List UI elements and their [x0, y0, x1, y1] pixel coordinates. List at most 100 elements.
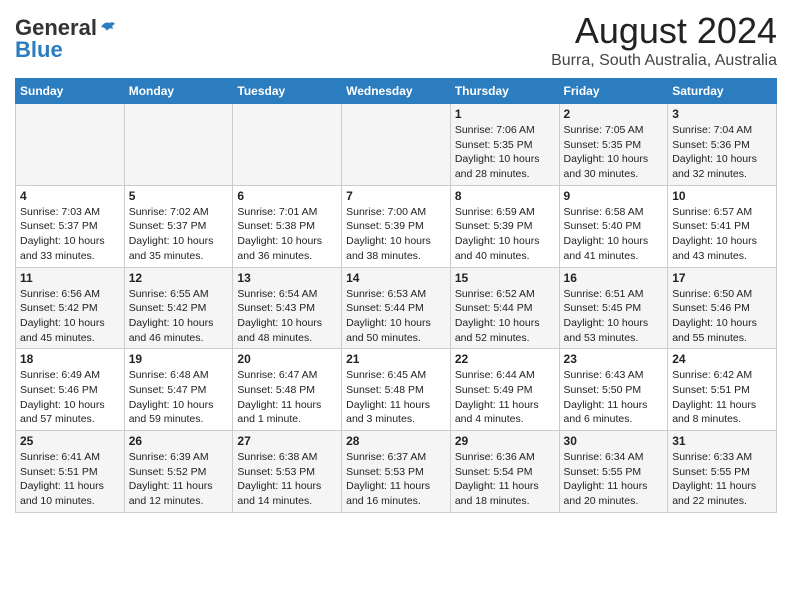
- day-info: Sunrise: 7:03 AMSunset: 5:37 PMDaylight:…: [20, 205, 120, 264]
- day-info: Sunrise: 7:04 AMSunset: 5:36 PMDaylight:…: [672, 123, 772, 182]
- weekday-header: Thursday: [450, 79, 559, 104]
- day-info: Sunrise: 7:06 AMSunset: 5:35 PMDaylight:…: [455, 123, 555, 182]
- day-info: Sunrise: 6:41 AMSunset: 5:51 PMDaylight:…: [20, 450, 120, 509]
- weekday-header: Wednesday: [342, 79, 451, 104]
- day-info: Sunrise: 6:58 AMSunset: 5:40 PMDaylight:…: [564, 205, 664, 264]
- day-info: Sunrise: 6:56 AMSunset: 5:42 PMDaylight:…: [20, 287, 120, 346]
- day-number: 18: [20, 352, 120, 366]
- calendar-subtitle: Burra, South Australia, Australia: [551, 52, 777, 70]
- weekday-header: Tuesday: [233, 79, 342, 104]
- day-number: 4: [20, 189, 120, 203]
- page-header: General Blue August 2024 Burra, South Au…: [15, 10, 777, 70]
- weekday-header: Friday: [559, 79, 668, 104]
- day-info: Sunrise: 6:52 AMSunset: 5:44 PMDaylight:…: [455, 287, 555, 346]
- day-info: Sunrise: 6:48 AMSunset: 5:47 PMDaylight:…: [129, 368, 229, 427]
- calendar-cell: 2 Sunrise: 7:05 AMSunset: 5:35 PMDaylight…: [559, 104, 668, 186]
- day-number: 9: [564, 189, 664, 203]
- day-number: 30: [564, 434, 664, 448]
- day-number: 14: [346, 271, 446, 285]
- day-info: Sunrise: 6:51 AMSunset: 5:45 PMDaylight:…: [564, 287, 664, 346]
- day-number: 8: [455, 189, 555, 203]
- day-number: 7: [346, 189, 446, 203]
- day-number: 24: [672, 352, 772, 366]
- day-number: 5: [129, 189, 229, 203]
- day-info: Sunrise: 6:45 AMSunset: 5:48 PMDaylight:…: [346, 368, 446, 427]
- calendar-week-row: 25 Sunrise: 6:41 AMSunset: 5:51 PMDayligh…: [16, 431, 777, 513]
- calendar-cell: 16 Sunrise: 6:51 AMSunset: 5:45 PMDayligh…: [559, 267, 668, 349]
- day-info: Sunrise: 6:53 AMSunset: 5:44 PMDaylight:…: [346, 287, 446, 346]
- calendar-cell: 24 Sunrise: 6:42 AMSunset: 5:51 PMDayligh…: [668, 349, 777, 431]
- calendar-cell: 28 Sunrise: 6:37 AMSunset: 5:53 PMDayligh…: [342, 431, 451, 513]
- calendar-body: 1 Sunrise: 7:06 AMSunset: 5:35 PMDaylight…: [16, 104, 777, 513]
- calendar-cell: [124, 104, 233, 186]
- calendar-header: SundayMondayTuesdayWednesdayThursdayFrid…: [16, 79, 777, 104]
- title-block: August 2024 Burra, South Australia, Aust…: [551, 10, 777, 70]
- day-info: Sunrise: 6:42 AMSunset: 5:51 PMDaylight:…: [672, 368, 772, 427]
- day-number: 22: [455, 352, 555, 366]
- weekday-header: Saturday: [668, 79, 777, 104]
- calendar-cell: 9 Sunrise: 6:58 AMSunset: 5:40 PMDaylight…: [559, 185, 668, 267]
- calendar-cell: 25 Sunrise: 6:41 AMSunset: 5:51 PMDayligh…: [16, 431, 125, 513]
- day-number: 1: [455, 107, 555, 121]
- calendar-cell: 3 Sunrise: 7:04 AMSunset: 5:36 PMDaylight…: [668, 104, 777, 186]
- calendar-cell: 5 Sunrise: 7:02 AMSunset: 5:37 PMDaylight…: [124, 185, 233, 267]
- day-info: Sunrise: 6:54 AMSunset: 5:43 PMDaylight:…: [237, 287, 337, 346]
- day-number: 26: [129, 434, 229, 448]
- day-info: Sunrise: 6:59 AMSunset: 5:39 PMDaylight:…: [455, 205, 555, 264]
- weekday-header: Monday: [124, 79, 233, 104]
- day-number: 27: [237, 434, 337, 448]
- calendar-cell: 26Sunrise: 6:39 AMSunset: 5:52 PMDayligh…: [124, 431, 233, 513]
- weekday-row: SundayMondayTuesdayWednesdayThursdayFrid…: [16, 79, 777, 104]
- calendar-week-row: 1 Sunrise: 7:06 AMSunset: 5:35 PMDaylight…: [16, 104, 777, 186]
- calendar-cell: 23Sunrise: 6:43 AMSunset: 5:50 PMDayligh…: [559, 349, 668, 431]
- day-number: 16: [564, 271, 664, 285]
- day-info: Sunrise: 6:47 AMSunset: 5:48 PMDaylight:…: [237, 368, 337, 427]
- calendar-cell: 22 Sunrise: 6:44 AMSunset: 5:49 PMDayligh…: [450, 349, 559, 431]
- day-info: Sunrise: 7:02 AMSunset: 5:37 PMDaylight:…: [129, 205, 229, 264]
- day-number: 25: [20, 434, 120, 448]
- day-info: Sunrise: 6:36 AMSunset: 5:54 PMDaylight:…: [455, 450, 555, 509]
- calendar-cell: 21Sunrise: 6:45 AMSunset: 5:48 PMDayligh…: [342, 349, 451, 431]
- calendar-week-row: 18 Sunrise: 6:49 AMSunset: 5:46 PMDayligh…: [16, 349, 777, 431]
- calendar-cell: 30Sunrise: 6:34 AMSunset: 5:55 PMDayligh…: [559, 431, 668, 513]
- day-info: Sunrise: 7:00 AMSunset: 5:39 PMDaylight:…: [346, 205, 446, 264]
- day-info: Sunrise: 7:05 AMSunset: 5:35 PMDaylight:…: [564, 123, 664, 182]
- day-info: Sunrise: 6:44 AMSunset: 5:49 PMDaylight:…: [455, 368, 555, 427]
- day-number: 20: [237, 352, 337, 366]
- calendar-title: August 2024: [551, 10, 777, 52]
- calendar-cell: 29 Sunrise: 6:36 AMSunset: 5:54 PMDayligh…: [450, 431, 559, 513]
- day-number: 6: [237, 189, 337, 203]
- day-info: Sunrise: 6:55 AMSunset: 5:42 PMDaylight:…: [129, 287, 229, 346]
- calendar-cell: 20 Sunrise: 6:47 AMSunset: 5:48 PMDayligh…: [233, 349, 342, 431]
- calendar-cell: 18 Sunrise: 6:49 AMSunset: 5:46 PMDayligh…: [16, 349, 125, 431]
- calendar-table: SundayMondayTuesdayWednesdayThursdayFrid…: [15, 78, 777, 513]
- day-number: 10: [672, 189, 772, 203]
- day-number: 15: [455, 271, 555, 285]
- day-info: Sunrise: 7:01 AMSunset: 5:38 PMDaylight:…: [237, 205, 337, 264]
- day-number: 31: [672, 434, 772, 448]
- calendar-cell: 1 Sunrise: 7:06 AMSunset: 5:35 PMDaylight…: [450, 104, 559, 186]
- day-info: Sunrise: 6:33 AMSunset: 5:55 PMDaylight:…: [672, 450, 772, 509]
- day-info: Sunrise: 6:50 AMSunset: 5:46 PMDaylight:…: [672, 287, 772, 346]
- calendar-cell: 17Sunrise: 6:50 AMSunset: 5:46 PMDayligh…: [668, 267, 777, 349]
- calendar-cell: 27Sunrise: 6:38 AMSunset: 5:53 PMDayligh…: [233, 431, 342, 513]
- day-number: 3: [672, 107, 772, 121]
- calendar-cell: 13 Sunrise: 6:54 AMSunset: 5:43 PMDayligh…: [233, 267, 342, 349]
- calendar-cell: [233, 104, 342, 186]
- day-number: 2: [564, 107, 664, 121]
- day-number: 13: [237, 271, 337, 285]
- day-number: 29: [455, 434, 555, 448]
- calendar-cell: 6 Sunrise: 7:01 AMSunset: 5:38 PMDaylight…: [233, 185, 342, 267]
- calendar-cell: 19 Sunrise: 6:48 AMSunset: 5:47 PMDayligh…: [124, 349, 233, 431]
- calendar-week-row: 11Sunrise: 6:56 AMSunset: 5:42 PMDayligh…: [16, 267, 777, 349]
- calendar-cell: 31 Sunrise: 6:33 AMSunset: 5:55 PMDayligh…: [668, 431, 777, 513]
- calendar-cell: 10 Sunrise: 6:57 AMSunset: 5:41 PMDayligh…: [668, 185, 777, 267]
- day-info: Sunrise: 6:37 AMSunset: 5:53 PMDaylight:…: [346, 450, 446, 509]
- day-number: 19: [129, 352, 229, 366]
- calendar-week-row: 4 Sunrise: 7:03 AMSunset: 5:37 PMDaylight…: [16, 185, 777, 267]
- day-info: Sunrise: 6:57 AMSunset: 5:41 PMDaylight:…: [672, 205, 772, 264]
- day-number: 28: [346, 434, 446, 448]
- calendar-cell: 8 Sunrise: 6:59 AMSunset: 5:39 PMDaylight…: [450, 185, 559, 267]
- day-info: Sunrise: 6:49 AMSunset: 5:46 PMDaylight:…: [20, 368, 120, 427]
- weekday-header: Sunday: [16, 79, 125, 104]
